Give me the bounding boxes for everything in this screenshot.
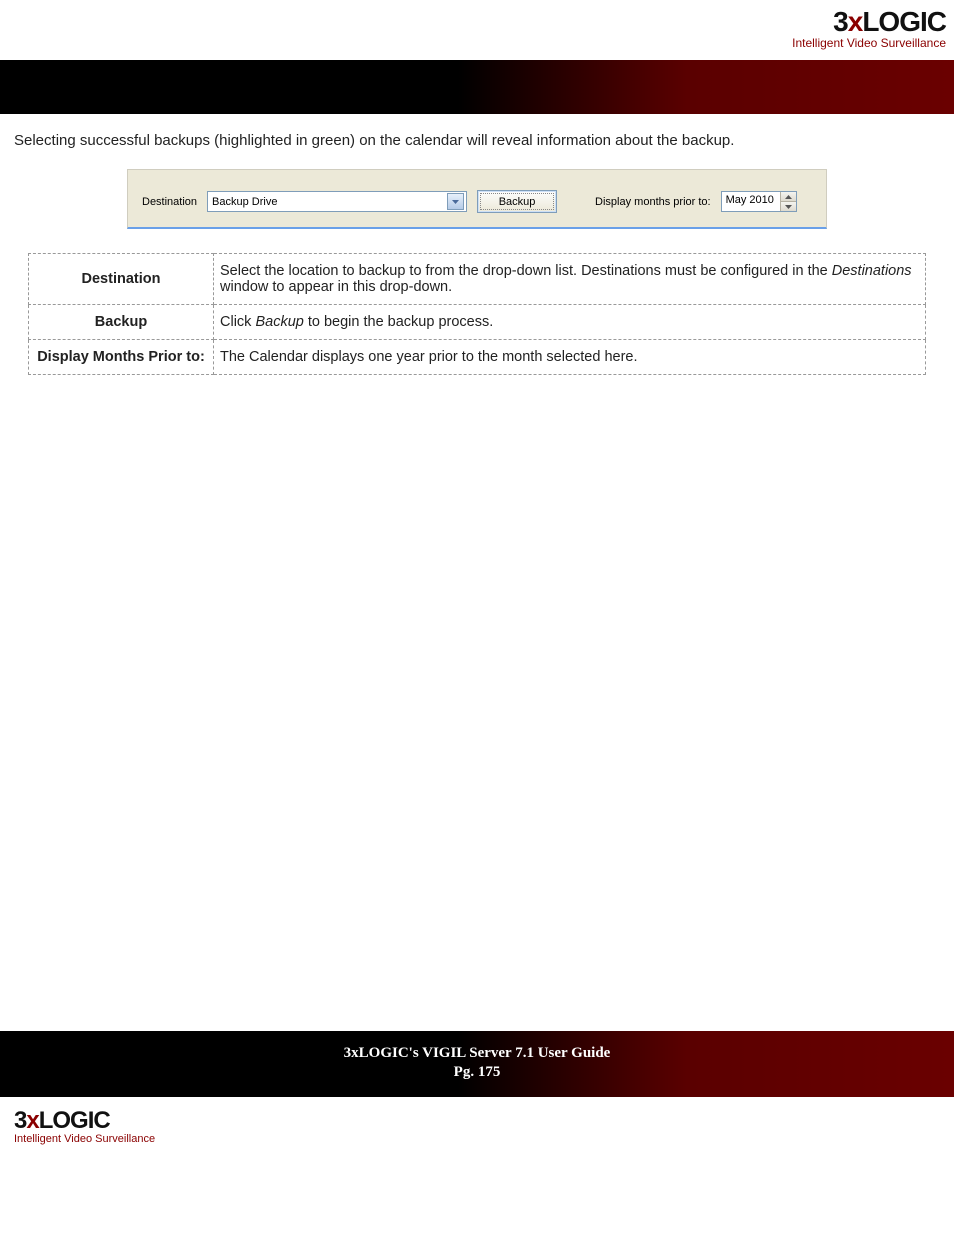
- row-header: Display Months Prior to:: [29, 340, 214, 375]
- row-header: Destination: [29, 254, 214, 305]
- intro-text: Selecting successful backups (highlighte…: [14, 132, 940, 149]
- row-body: Click Backup to begin the backup process…: [214, 305, 926, 340]
- footer-page: Pg. 175: [0, 1064, 954, 1081]
- brand-part1: 3: [833, 6, 848, 37]
- header-bar: [0, 60, 954, 114]
- row-body: The Calendar displays one year prior to …: [214, 340, 926, 375]
- destination-dropdown[interactable]: Backup Drive: [207, 191, 467, 212]
- table-row: Backup Click Backup to begin the backup …: [29, 305, 926, 340]
- content: Selecting successful backups (highlighte…: [0, 114, 954, 375]
- chevron-down-icon[interactable]: [447, 193, 464, 210]
- brand-logo-footer: 3xLOGIC: [14, 1107, 954, 1135]
- brand-tagline: Intelligent Video Surveillance: [0, 36, 946, 50]
- display-months-label: Display months prior to:: [595, 196, 711, 208]
- backup-toolbar: Destination Backup Drive Backup Display …: [127, 169, 827, 229]
- table-row: Destination Select the location to backu…: [29, 254, 926, 305]
- footer-bottom: 3xLOGIC Intelligent Video Surveillance: [0, 1097, 954, 1159]
- brand-x: x: [848, 6, 863, 37]
- row-body: Select the location to backup to from th…: [214, 254, 926, 305]
- footer-bar: 3xLOGIC's VIGIL Server 7.1 User Guide Pg…: [0, 1031, 954, 1097]
- backup-button[interactable]: Backup: [477, 190, 557, 213]
- brand-part2: LOGIC: [862, 6, 946, 37]
- destination-value: Backup Drive: [212, 196, 277, 208]
- destination-label: Destination: [142, 196, 197, 208]
- table-row: Display Months Prior to: The Calendar di…: [29, 340, 926, 375]
- spinner-down-icon[interactable]: [780, 202, 796, 211]
- footer-title: 3xLOGIC's VIGIL Server 7.1 User Guide: [0, 1045, 954, 1062]
- month-value: May 2010: [722, 192, 780, 211]
- brand-tagline-footer: Intelligent Video Surveillance: [14, 1133, 954, 1145]
- brand-logo: 3xLOGIC: [0, 6, 946, 38]
- month-spinner[interactable]: May 2010: [721, 191, 797, 212]
- header-top: 3xLOGIC Intelligent Video Surveillance: [0, 0, 954, 60]
- description-table: Destination Select the location to backu…: [28, 253, 926, 375]
- screenshot-panel-wrap: Destination Backup Drive Backup Display …: [127, 169, 827, 229]
- spinner-up-icon[interactable]: [780, 192, 796, 202]
- row-header: Backup: [29, 305, 214, 340]
